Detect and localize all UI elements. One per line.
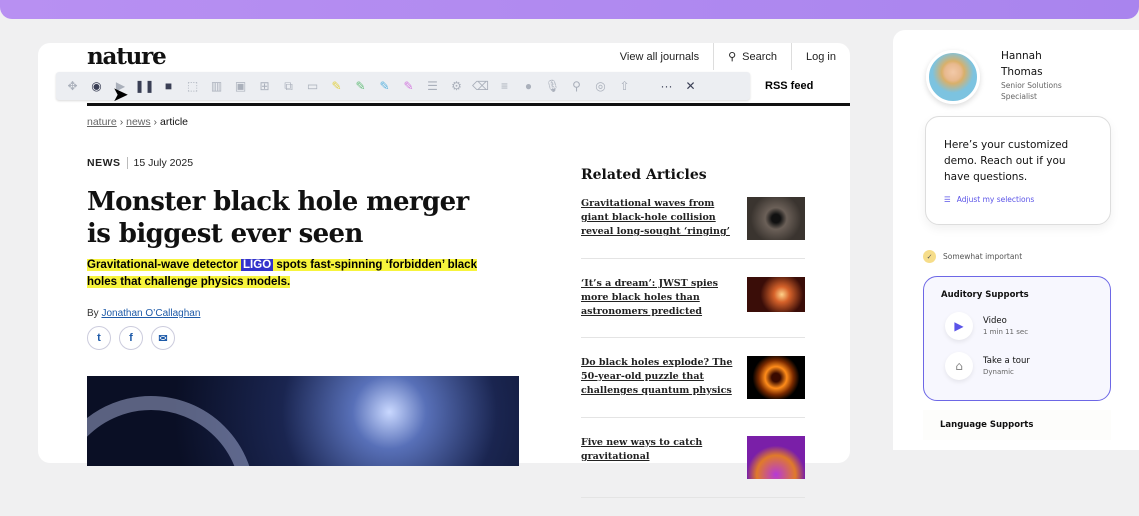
top-banner (0, 0, 1139, 19)
option-sub: 1 min 11 sec (983, 328, 1028, 336)
breadcrumb-nature[interactable]: nature (87, 116, 117, 128)
message-text: Here’s your customized demo. Reach out i… (944, 137, 1092, 185)
upload-icon[interactable]: ⇧ (616, 78, 633, 95)
login-link[interactable]: Log in (791, 43, 850, 70)
related-title: Related Articles (581, 167, 805, 183)
list-icon[interactable]: ☰ (424, 78, 441, 95)
related-link[interactable]: Gravitational waves from giant black-hol… (581, 197, 739, 240)
screen-icon[interactable]: ▭ (304, 78, 321, 95)
article-date: 15 July 2025 (134, 157, 194, 169)
mic-icon[interactable]: 🎙︎ (544, 78, 561, 95)
option-sub: Dynamic (983, 368, 1030, 376)
search-button[interactable]: ⚲Search (713, 43, 791, 70)
clear-icon[interactable]: ⌫ (472, 78, 489, 95)
option-label: Take a tour (983, 356, 1030, 366)
demo-panel: Hannah Thomas Senior Solutions Specialis… (893, 30, 1139, 450)
thumbnail (747, 277, 805, 312)
highlight-green-icon[interactable]: ✎ (352, 78, 369, 95)
pause-icon[interactable]: ❚❚ (136, 78, 153, 95)
more-icon[interactable]: ··· (658, 78, 675, 95)
mouse-cursor-icon: ➤ (112, 82, 129, 107)
highlighted-word: LIGO (241, 259, 273, 271)
mouse-icon: ⌂ (945, 352, 973, 380)
related-link[interactable]: ‘It’s a dream’: JWST spies more black ho… (581, 277, 739, 319)
importance-text: Somewhat important (943, 252, 1022, 261)
thumbnail (747, 356, 805, 399)
list-item: ‘It’s a dream’: JWST spies more black ho… (581, 277, 805, 338)
top-nav: View all journals ⚲Search Log in (606, 43, 850, 70)
select-icon[interactable]: ⬚ (184, 78, 201, 95)
article-meta: NEWS 15 July 2025 (87, 157, 193, 169)
article-page: nature View all journals ⚲Search Log in … (38, 43, 850, 463)
adjust-selections-link[interactable]: ☰ Adjust my selections (944, 195, 1092, 204)
facebook-share-button[interactable]: f (119, 326, 143, 350)
check-icon: ✓ (923, 250, 936, 263)
related-link[interactable]: Five new ways to catch gravitational (581, 436, 739, 479)
thumbnail (747, 197, 805, 240)
importance-label: ✓ Somewhat important (923, 250, 1022, 263)
audio-icon[interactable]: ◎ (592, 78, 609, 95)
breadcrumb: nature › news › article (87, 116, 188, 128)
play-icon: ▶ (945, 312, 973, 340)
accessibility-toolbar: ✥ ◉ ▶ ❚❚ ■ ⬚ ▥ ▣ ⊞ ⧉ ▭ ✎ ✎ ✎ ✎ ☰ ⚙ ⌫ ≡ ●… (56, 72, 750, 100)
thumbnail (747, 436, 805, 479)
highlight-blue-icon[interactable]: ✎ (376, 78, 393, 95)
presenter-role: Senior Solutions Specialist (1001, 80, 1081, 102)
rss-feed-link[interactable]: RSS feed (765, 80, 813, 92)
move-icon[interactable]: ✥ (64, 78, 81, 95)
close-icon[interactable]: ✕ (682, 78, 699, 95)
avatar (926, 50, 980, 104)
highlight-yellow-icon[interactable]: ✎ (328, 78, 345, 95)
list-item: Do black holes explode? The 50-year-old … (581, 356, 805, 418)
list-item: Five new ways to catch gravitational (581, 436, 805, 498)
tour-option[interactable]: ⌂ Take a tour Dynamic (945, 352, 1093, 380)
option-label: Video (983, 316, 1028, 326)
article-type: NEWS (87, 157, 128, 169)
language-icon[interactable]: ⧉ (280, 78, 297, 95)
pin-icon[interactable]: ● (520, 78, 537, 95)
email-share-button[interactable]: ✉ (151, 326, 175, 350)
hero-image (87, 376, 519, 466)
author-link[interactable]: Jonathan O’Callaghan (101, 308, 200, 319)
search-icon: ⚲ (728, 50, 736, 63)
related-articles: Related Articles Gravitational waves fro… (581, 167, 805, 516)
share-buttons: t f ✉ (87, 326, 175, 350)
byline: By Jonathan O’Callaghan (87, 308, 200, 319)
article-title: Monster black hole merger is biggest eve… (87, 186, 487, 250)
standfirst: Gravitational-wave detector LIGO spots f… (87, 257, 507, 291)
video-option[interactable]: ▶ Video 1 min 11 sec (945, 312, 1093, 340)
highlight-pink-icon[interactable]: ✎ (400, 78, 417, 95)
stop-icon[interactable]: ■ (160, 78, 177, 95)
view-all-journals-link[interactable]: View all journals (606, 43, 713, 70)
sliders-icon: ☰ (944, 195, 951, 204)
list-item: Gravitational waves from giant black-hol… (581, 197, 805, 259)
reader-icon[interactable]: ◉ (88, 78, 105, 95)
twitter-share-button[interactable]: t (87, 326, 111, 350)
breadcrumb-article: article (160, 116, 188, 128)
search-icon[interactable]: ⚲ (568, 78, 585, 95)
nature-logo[interactable]: nature (87, 43, 166, 70)
gear-icon[interactable]: ⚙ (448, 78, 465, 95)
image-icon[interactable]: ▣ (232, 78, 249, 95)
adjust-label: Adjust my selections (957, 195, 1035, 204)
sort-icon[interactable]: ≡ (496, 78, 513, 95)
related-link[interactable]: Do black holes explode? The 50-year-old … (581, 356, 739, 399)
book-icon[interactable]: ▥ (208, 78, 225, 95)
auditory-title: Auditory Supports (941, 290, 1093, 300)
standfirst-text: Gravitational-wave detector (87, 259, 241, 271)
auditory-supports-card: Auditory Supports ▶ Video 1 min 11 sec ⌂ Ta… (923, 276, 1111, 401)
header-rule (87, 103, 850, 106)
message-bubble: Here’s your customized demo. Reach out i… (925, 116, 1111, 225)
language-supports-card[interactable]: Language Supports (923, 410, 1111, 440)
presenter-name: Hannah Thomas (1001, 48, 1081, 80)
byline-prefix: By (87, 308, 101, 319)
translate-icon[interactable]: ⊞ (256, 78, 273, 95)
breadcrumb-news[interactable]: news (126, 116, 151, 128)
language-title: Language Supports (940, 420, 1094, 430)
